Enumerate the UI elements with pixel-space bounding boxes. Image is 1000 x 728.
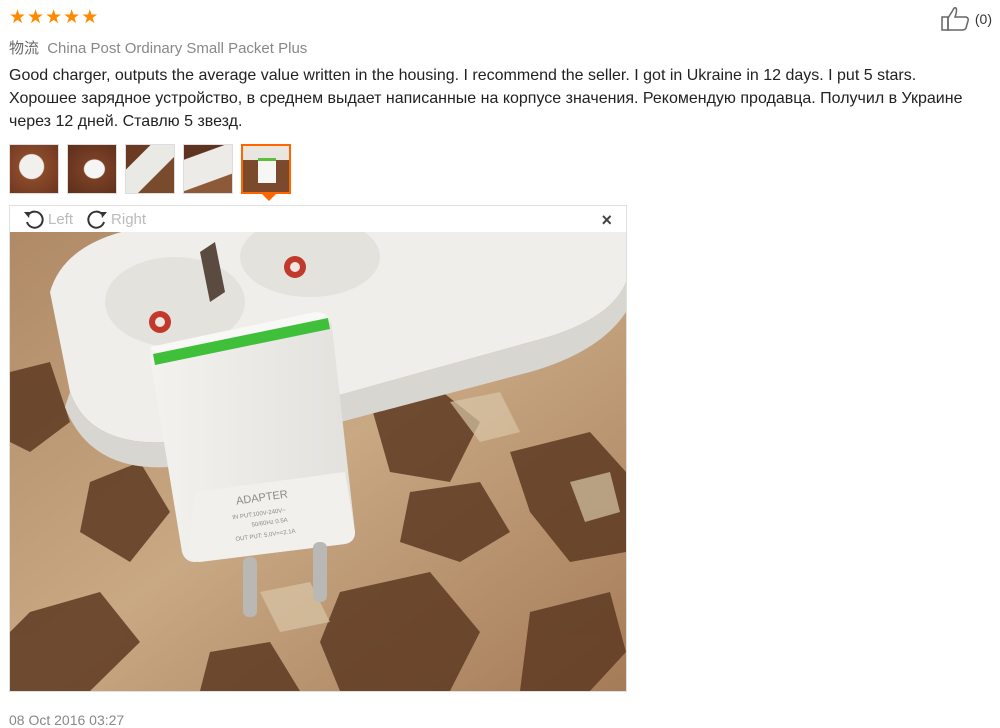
review-thumbnail[interactable] [125,144,175,194]
helpful-count: (0) [974,11,992,27]
star-icon: ★ [81,7,99,28]
helpful-button[interactable]: (0) [941,6,992,32]
active-thumbnail-indicator [262,194,276,201]
rotate-right-icon [87,210,108,229]
image-viewer: Left Right × ADAPTER IN PUT:100V-240V~ 5… [9,205,627,692]
shipping-method: China Post Ordinary Small Packet Plus [47,40,308,57]
review-thumbnail[interactable] [67,144,117,194]
rotate-right-button[interactable]: Right [85,208,146,230]
close-viewer-button[interactable]: × [601,210,612,231]
review-text-russian: Хорошее зарядное устройство, в среднем в… [9,90,963,130]
star-icon: ★ [9,7,27,28]
shipping-label: 物流 [9,40,40,57]
review-date: 08 Oct 2016 03:27 [9,712,125,728]
star-icon: ★ [27,7,45,28]
rotate-left-button[interactable]: Left [22,208,73,230]
review-thumbnail[interactable] [9,144,59,194]
review-text-english: Good charger, outputs the average value … [9,67,917,84]
thumbs-up-icon [941,7,969,31]
star-rating: ★ ★ ★ ★ ★ [9,8,98,27]
viewer-toolbar: Left Right [10,206,626,232]
star-icon: ★ [63,7,81,28]
review-photo: ADAPTER IN PUT:100V-240V~ 50/60Hz 0.5A O… [10,232,626,691]
star-icon: ★ [45,7,63,28]
thumbnail-strip [9,144,291,194]
rotate-right-label: Right [111,210,147,228]
review-thumbnail-active[interactable] [241,144,291,194]
review-text: Good charger, outputs the average value … [9,64,989,133]
shipping-info: 物流 China Post Ordinary Small Packet Plus [9,37,307,58]
review-thumbnail[interactable] [183,144,233,194]
rotate-left-label: Left [48,210,74,228]
rotate-left-icon [24,210,44,229]
charger-photo-illustration: ADAPTER IN PUT:100V-240V~ 50/60Hz 0.5A O… [10,232,626,691]
